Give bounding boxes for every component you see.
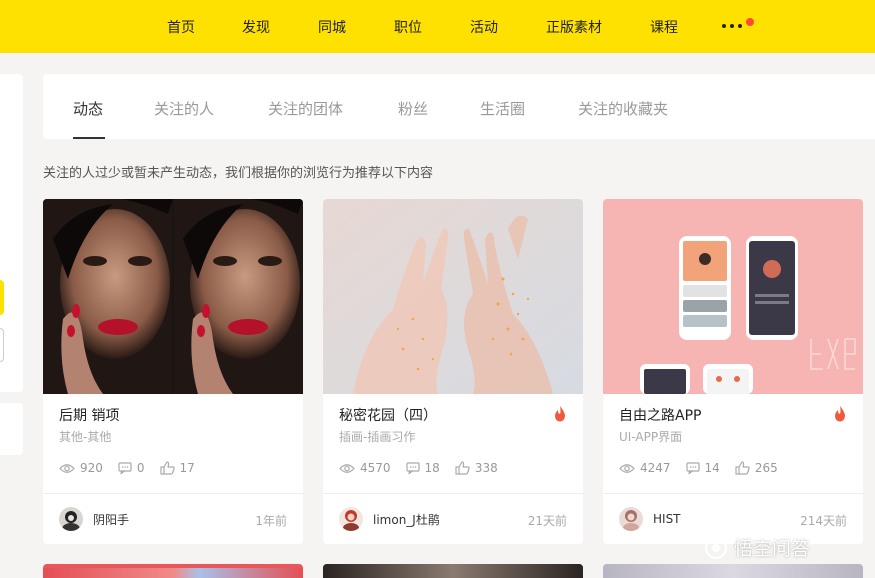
illustration-image [323, 199, 583, 394]
flame-icon [555, 406, 565, 422]
comments-count: 0 [136, 461, 145, 475]
eye-icon [59, 463, 75, 473]
left-sidebar-outline-button[interactable] [0, 328, 4, 362]
card-divider [323, 493, 583, 494]
nav-jobs[interactable]: 职位 [394, 17, 422, 37]
nav-courses[interactable]: 课程 [650, 17, 678, 37]
work-thumbnail-illustration[interactable] [323, 199, 583, 394]
watermark: 悟空问答 [704, 534, 810, 561]
likes-count: 338 [474, 461, 498, 475]
avatar[interactable] [339, 507, 363, 531]
card-divider [603, 493, 863, 494]
post-time: 214天前 [800, 514, 847, 528]
work-card[interactable]: 秘密花园（四） 插画-插画习作 4570 18 338 limon_J杜鹃 21… [323, 199, 583, 544]
work-thumbnail-portrait-retouch[interactable] [43, 199, 303, 394]
comments-count: 18 [424, 461, 440, 475]
likes-count: 265 [754, 461, 778, 475]
app-mockup-image [603, 199, 863, 394]
partial-thumbnail [43, 568, 303, 578]
nav-local[interactable]: 同城 [318, 17, 346, 37]
tab-life-circle[interactable]: 生活圈 [480, 98, 525, 119]
thumbs-up-icon [735, 461, 750, 475]
work-stats: 4247 14 265 [619, 461, 793, 475]
author-name[interactable]: 阴阳手 [93, 511, 129, 528]
views-stat: 920 [59, 461, 103, 475]
tab-following-collections[interactable]: 关注的收藏夹 [578, 98, 668, 119]
likes-stat[interactable]: 338 [455, 461, 498, 475]
flame-icon [835, 406, 845, 422]
active-tab-indicator [73, 137, 105, 139]
nav-home[interactable]: 首页 [167, 17, 195, 37]
eye-icon [339, 463, 355, 473]
work-title[interactable]: 自由之路APP [619, 405, 701, 425]
partial-thumbnail [603, 564, 863, 578]
tab-fans[interactable]: 粉丝 [398, 98, 428, 119]
post-time: 1年前 [255, 514, 287, 528]
work-card[interactable]: 后期 销项 其他-其他 920 0 17 阴阳手 1年前 [43, 199, 303, 544]
notification-badge [746, 18, 754, 26]
more-dots-icon[interactable] [722, 14, 754, 38]
left-sidebar-yellow-button[interactable] [0, 280, 4, 315]
tab-following-groups[interactable]: 关注的团体 [268, 98, 343, 119]
views-count: 4570 [360, 461, 391, 475]
comments-stat[interactable]: 18 [405, 461, 440, 475]
work-category: 插画-插画习作 [339, 430, 416, 444]
nav-licensed-assets[interactable]: 正版素材 [546, 17, 602, 37]
author-name[interactable]: limon_J杜鹃 [373, 511, 440, 528]
comments-count: 14 [704, 461, 720, 475]
dot [738, 24, 742, 28]
likes-stat[interactable]: 265 [735, 461, 778, 475]
recommendation-notice: 关注的人过少或暂未产生动态，我们根据你的浏览行为推荐以下内容 [43, 166, 434, 181]
tab-activity[interactable]: 动态 [73, 98, 103, 119]
work-title[interactable]: 后期 销项 [59, 405, 119, 425]
author-link[interactable]: HIST [619, 507, 681, 531]
avatar[interactable] [59, 507, 83, 531]
work-category: UI-APP界面 [619, 430, 683, 444]
views-count: 4247 [640, 461, 671, 475]
work-card-partial[interactable] [323, 564, 583, 578]
nav-events[interactable]: 活动 [470, 17, 498, 37]
work-card-partial[interactable] [43, 564, 303, 578]
card-divider [43, 493, 303, 494]
thumbs-up-icon [159, 461, 175, 475]
thumbs-up-icon [455, 461, 470, 475]
views-stat: 4247 [619, 461, 671, 475]
views-stat: 4570 [339, 461, 391, 475]
work-category: 其他-其他 [59, 430, 112, 444]
comment-icon [685, 462, 700, 474]
work-card-partial[interactable] [603, 564, 863, 578]
eye-icon [619, 463, 635, 473]
work-stats: 4570 18 338 [339, 461, 513, 475]
post-time: 21天前 [527, 514, 567, 528]
work-card[interactable]: 自由之路APP UI-APP界面 4247 14 265 HIST 214天前 [603, 199, 863, 544]
portrait-image [43, 199, 303, 394]
comments-stat[interactable]: 14 [685, 461, 720, 475]
work-thumbnail-app-ui[interactable] [603, 199, 863, 394]
likes-count: 17 [179, 461, 195, 475]
author-link[interactable]: limon_J杜鹃 [339, 507, 440, 531]
likes-stat[interactable]: 17 [159, 461, 195, 475]
top-nav-bar: 首页 发现 同城 职位 活动 正版素材 课程 [0, 0, 875, 53]
comment-icon [405, 462, 420, 474]
avatar[interactable] [619, 507, 643, 531]
watermark-logo-icon [705, 536, 727, 559]
comment-icon [118, 462, 132, 474]
dot [730, 24, 734, 28]
views-count: 920 [80, 461, 103, 475]
left-sidebar-panel-secondary [0, 403, 23, 455]
work-stats: 920 0 17 [59, 461, 210, 475]
feed-tabs: 动态 关注的人 关注的团体 粉丝 生活圈 关注的收藏夹 [43, 74, 875, 139]
work-title[interactable]: 秘密花园（四） [339, 405, 437, 425]
author-link[interactable]: 阴阳手 [59, 507, 129, 531]
partial-thumbnail [323, 564, 583, 578]
tab-following-people[interactable]: 关注的人 [154, 98, 214, 119]
comments-stat[interactable]: 0 [118, 461, 145, 475]
dot [722, 24, 726, 28]
nav-discover[interactable]: 发现 [242, 17, 270, 37]
watermark-text: 悟空问答 [734, 538, 811, 560]
author-name[interactable]: HIST [653, 512, 681, 526]
